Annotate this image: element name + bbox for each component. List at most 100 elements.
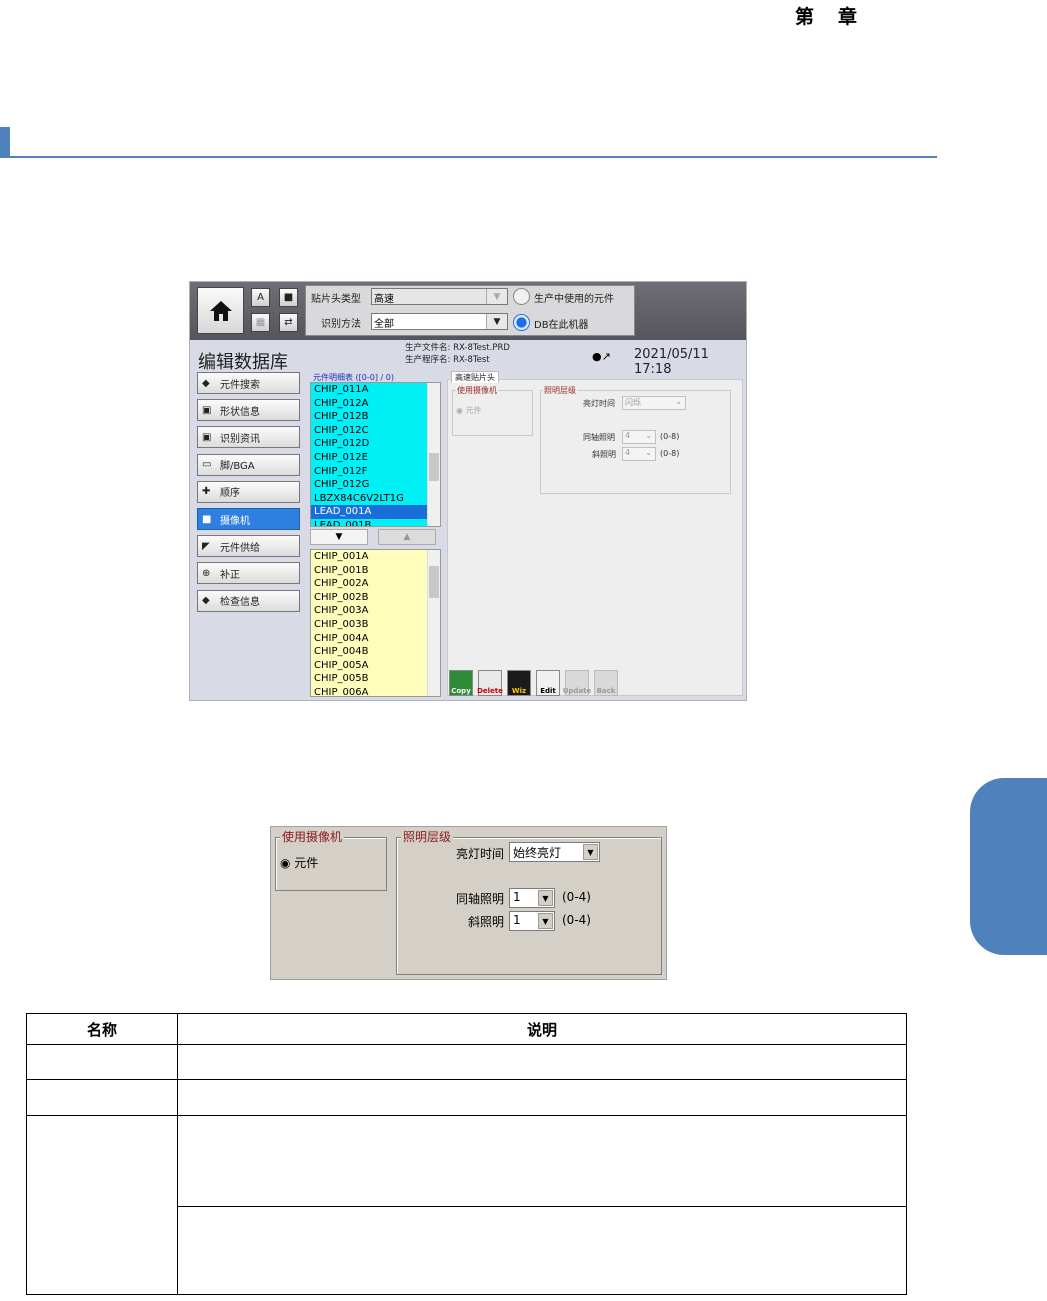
light-time-select[interactable]: 闪烁 ⌄ [622, 396, 686, 410]
menu-item-label: 识别资讯 [220, 433, 260, 445]
camera-option[interactable]: ◉ 元件 [456, 405, 482, 416]
list-item[interactable]: LEAD_001A [311, 505, 440, 519]
chevron-down-icon: ▼ [538, 913, 553, 929]
search-icon: ◆ [202, 377, 210, 389]
menu-item[interactable]: ◆ 检查信息 [197, 589, 300, 612]
list-item[interactable]: CHIP_001A [311, 550, 440, 564]
oblique-detail-select[interactable]: 1 ▼ [509, 911, 555, 931]
list-item[interactable]: CHIP_001B [311, 563, 440, 578]
list-item[interactable]: CHIP_005B [311, 672, 440, 686]
list-item[interactable]: CHIP_002B [311, 590, 440, 605]
tab-high-speed-head[interactable]: 高速贴片头 [451, 371, 499, 383]
list-item[interactable]: CHIP_012F [311, 464, 440, 479]
wiz-button[interactable]: Wiz [507, 670, 531, 696]
list-item[interactable]: CHIP_004B [311, 645, 440, 659]
table-cell [26, 1115, 178, 1295]
menu-item[interactable]: ■ 摄像机 [197, 508, 300, 530]
radio-used-parts[interactable] [513, 288, 530, 305]
back-button[interactable]: Back [594, 670, 618, 696]
list-item[interactable]: CHIP_012B [311, 410, 440, 424]
menu-item[interactable]: ✚ 顺序 [197, 480, 300, 503]
scroll-thumb[interactable] [429, 453, 439, 481]
chip-icon: ▭ [202, 459, 212, 471]
chevron-down-icon: ▼ [538, 890, 553, 906]
camera-option-detail[interactable]: ◉ 元件 [280, 854, 318, 871]
light-time-detail-select[interactable]: 始终亮灯 ▼ [509, 842, 600, 862]
menu-item[interactable]: ⊕ 补正 [197, 562, 300, 585]
machine-parts-list[interactable]: CHIP_011A CHIP_012A CHIP_012B CHIP_012C CHIP… [310, 382, 441, 527]
user-icon[interactable]: ●↗ [592, 350, 611, 363]
light-time-label: 亮灯时间 [583, 399, 615, 408]
table-cell [26, 1044, 178, 1080]
id-card-icon[interactable]: ▦ [251, 313, 270, 332]
menu-item-label: 形状信息 [220, 406, 260, 418]
table-header-row: 名称 说明 [26, 1013, 907, 1045]
home-icon [209, 300, 232, 321]
filter-panel: 贴片头类型 高速 ▼ 识别方法 全部 ▼ 生产中使用的元件 DB在此机器 [305, 285, 635, 336]
menu-item-label: 元件供给 [220, 542, 260, 554]
list-item[interactable]: LEAD_001B [311, 518, 440, 526]
menu-item-label: 元件搜索 [220, 379, 260, 391]
head-type-label: 贴片头类型 [311, 294, 361, 305]
list-item[interactable]: CHIP_004A [311, 631, 440, 646]
recognition-icon: ▣ [202, 431, 212, 443]
list-item[interactable]: CHIP_012D [311, 437, 440, 451]
method-select[interactable]: 全部 ▼ [371, 313, 508, 330]
sequence-icon: ✚ [202, 486, 211, 498]
feeder-icon: ◤ [202, 540, 210, 552]
section-rule [0, 156, 937, 158]
head-type-select[interactable]: 高速 ▼ [371, 288, 508, 305]
list-item[interactable]: CHIP_003A [311, 604, 440, 618]
update-button[interactable]: Update [563, 670, 591, 696]
coax-label: 同轴照明 [583, 433, 615, 442]
table-cell [177, 1115, 907, 1207]
move-down-button[interactable]: ▼ [310, 529, 368, 545]
list-item[interactable]: CHIP_012C [311, 423, 440, 438]
list-item[interactable]: CHIP_012E [311, 450, 440, 465]
database-editor-screenshot: A ■ ▦ ⇄ 贴片头类型 高速 ▼ 识别方法 全部 ▼ 生产中使用的元件 DB… [189, 281, 747, 701]
list-item[interactable]: CHIP_012A [311, 396, 440, 411]
a-mode-icon[interactable]: A [251, 288, 270, 307]
list-item[interactable]: CHIP_011A [311, 383, 440, 397]
copy-button[interactable]: Copy [449, 670, 473, 696]
transfer-icon[interactable]: ⇄ [279, 313, 298, 332]
list-item[interactable]: CHIP_012G [311, 478, 440, 492]
menu-item[interactable]: ◆ 元件搜索 [197, 372, 300, 394]
move-up-button[interactable]: ▲ [378, 529, 436, 545]
scrollbar[interactable] [427, 383, 440, 526]
chevron-down-icon: ▼ [486, 314, 507, 329]
oblique-select[interactable]: 4 ⌄ [622, 447, 656, 461]
radio-db-machine[interactable] [513, 314, 530, 331]
library-parts-list[interactable]: CHIP_001A CHIP_001B CHIP_002A CHIP_002B CHIP… [310, 549, 441, 697]
camera-icon: ■ [202, 513, 212, 525]
menu-item[interactable]: ▣ 识别资讯 [197, 426, 300, 449]
list-item[interactable]: CHIP_002A [311, 577, 440, 591]
coax-select[interactable]: 4 ⌄ [622, 430, 656, 444]
section-marker [0, 127, 10, 157]
home-button[interactable] [197, 287, 244, 334]
head-type-value: 高速 [374, 294, 394, 305]
menu-item[interactable]: ▭ 脚/BGA [197, 453, 300, 476]
delete-button[interactable]: Delete [477, 670, 503, 696]
scroll-thumb[interactable] [429, 566, 439, 598]
menu-item[interactable]: ◤ 元件供给 [197, 535, 300, 558]
col-name-header: 名称 [26, 1013, 178, 1045]
edit-button[interactable]: Edit [536, 670, 560, 696]
lighting-group-title: 照明层级 [543, 385, 577, 396]
list-item[interactable]: LBZX84C6V2LT1G [311, 491, 440, 506]
list-item[interactable]: CHIP_006A [311, 685, 440, 696]
scrollbar[interactable] [427, 550, 440, 696]
program-name-value: RX-8Test [453, 355, 490, 365]
menu-item[interactable]: ▣ 形状信息 [197, 399, 300, 422]
list-item[interactable]: CHIP_003B [311, 617, 440, 632]
camera-detail-screenshot: 使用摄像机 ◉ 元件 照明层级 亮灯时间 始终亮灯 ▼ 同轴照明 1 ▼ (0-… [270, 826, 667, 980]
coax-range: (0-8) [660, 432, 680, 441]
camera-option-detail-label: 元件 [294, 856, 319, 870]
radio-used-parts-label: 生产中使用的元件 [534, 294, 614, 305]
file-name-label: 生产文件名 [405, 343, 448, 353]
menu-item-label: 补正 [220, 569, 240, 581]
coax-detail-select[interactable]: 1 ▼ [509, 888, 555, 908]
description-table: 名称 说明 [26, 1013, 907, 1295]
lock-icon[interactable]: ■ [279, 288, 298, 307]
list-item[interactable]: CHIP_005A [311, 658, 440, 673]
